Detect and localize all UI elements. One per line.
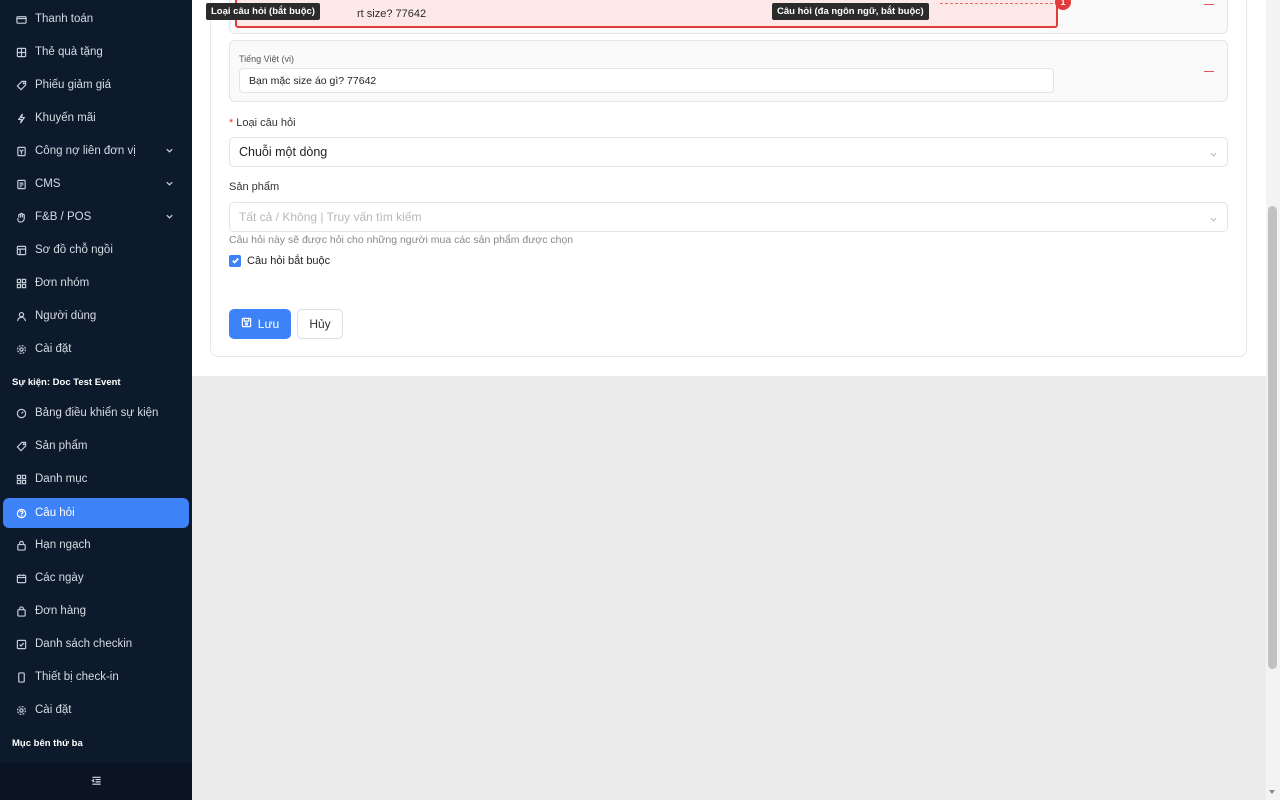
products-select[interactable]: Tất cả / Không | Truy vấn tìm kiếm [229, 202, 1228, 232]
sidebar-item-label: CMS [35, 178, 61, 190]
sidebar-item-checkin-lists[interactable]: Danh sách checkin [3, 629, 189, 659]
chevron-down-icon [165, 179, 175, 189]
phone-icon [15, 671, 27, 683]
layout-icon [15, 244, 27, 256]
save-icon [241, 317, 258, 331]
sidebar-item-label: Sơ đồ chỗ ngồi [35, 244, 113, 256]
tag-icon [15, 79, 27, 91]
language-label-vi: Tiếng Việt (vi) [239, 54, 295, 64]
sidebar-item-label: Phiếu giảm giá [35, 79, 112, 91]
error-connector-line [940, 3, 1058, 4]
question-icon [15, 507, 27, 519]
sidebar-item-label: Đơn hàng [35, 605, 87, 617]
save-button[interactable]: Lưu [229, 309, 291, 339]
tag-icon [15, 440, 27, 452]
sidebar-item-products[interactable]: Sản phẩm [3, 431, 189, 461]
event-section-title: Sự kiện: Doc Test Event [12, 377, 121, 388]
dashboard-icon [15, 407, 27, 419]
tooltip-question-type-required: Loại câu hỏi (bắt buộc) [206, 3, 320, 20]
sidebar-item-dates[interactable]: Các ngày [3, 563, 189, 593]
remove-language-button-vi[interactable] [1204, 71, 1214, 72]
sidebar-item-settings[interactable]: Cài đặt [3, 334, 189, 364]
sidebar-item-label: Câu hỏi [35, 507, 75, 519]
sidebar-item-label: Cài đặt [35, 343, 72, 355]
hand-icon [15, 211, 27, 223]
sidebar-item-label: Khuyến mãi [35, 112, 96, 124]
required-asterisk: * [229, 117, 234, 129]
document-icon [15, 178, 27, 190]
required-question-checkbox[interactable] [229, 255, 241, 267]
sidebar-item-categories[interactable]: Danh mục [3, 464, 189, 494]
sidebar-item-orders[interactable]: Đơn hàng [3, 596, 189, 626]
third-party-section-title: Mục bên thứ ba [12, 738, 83, 749]
required-question-label[interactable]: Câu hỏi bắt buộc [247, 255, 330, 267]
sidebar-item-label: Đơn nhóm [35, 277, 90, 289]
sidebar-item-fnb-pos[interactable]: F&B / POS [3, 202, 189, 232]
chevron-down-icon [165, 212, 175, 222]
sidebar-item-label: Thẻ quà tặng [35, 46, 103, 58]
sidebar-item-label: Thanh toán [35, 13, 94, 25]
sidebar-item-label: Danh sách checkin [35, 638, 133, 650]
sidebar-item-label: Các ngày [35, 572, 84, 584]
sidebar-item-label: Người dùng [35, 310, 97, 322]
question-type-select[interactable]: Chuỗi một dòng [229, 137, 1228, 167]
question-text-input-en[interactable]: rt size? 77642 [235, 0, 1058, 28]
sidebar-item-vouchers[interactable]: Phiếu giảm giá [3, 70, 189, 100]
checklist-icon [15, 638, 27, 650]
chevron-down-icon [165, 146, 175, 156]
sidebar-item-label: Cài đặt [35, 704, 72, 716]
sidebar-item-label: Hạn ngạch [35, 539, 91, 551]
grid-icon [15, 277, 27, 289]
bag-icon [15, 605, 27, 617]
sidebar-item-label: Thiết bị check-in [35, 671, 119, 683]
sidebar-item-inter-unit-debt[interactable]: Công nợ liên đơn vị [3, 136, 189, 166]
menu-fold-icon [90, 775, 102, 789]
question-type-label: * Loại câu hỏi [229, 117, 296, 129]
tooltip-question-required: Câu hỏi (đa ngôn ngữ, bắt buộc) [772, 3, 929, 20]
sidebar-item-seating-plan[interactable]: Sơ đồ chỗ ngồi [3, 235, 189, 265]
sidebar-item-checkin-devices[interactable]: Thiết bị check-in [3, 662, 189, 692]
sidebar-item-label: Công nợ liên đơn vị [35, 145, 136, 157]
gear-icon [15, 704, 27, 716]
calendar-icon [15, 572, 27, 584]
question-text-input-vi[interactable]: Bạn mặc size áo gì? 77642 [239, 68, 1054, 93]
sidebar-item-event-dashboard[interactable]: Bảng điều khiển sự kiện [3, 398, 189, 428]
sidebar-item-gift-cards[interactable]: Thẻ quà tặng [3, 37, 189, 67]
grid-icon [15, 473, 27, 485]
sidebar-item-quotas[interactable]: Hạn ngạch [3, 530, 189, 560]
sidebar-item-label: Danh mục [35, 473, 88, 485]
sidebar-item-event-settings[interactable]: Cài đặt [3, 695, 189, 725]
cancel-button[interactable]: Hủy [297, 309, 343, 339]
sidebar-item-users[interactable]: Người dùng [3, 301, 189, 331]
scrollbar-thumb[interactable] [1268, 206, 1277, 669]
sidebar-item-payment[interactable]: Thanh toán [3, 4, 189, 34]
sidebar-collapse-button[interactable] [0, 763, 192, 800]
ledger-icon [15, 145, 27, 157]
gear-icon [15, 343, 27, 355]
remove-language-button-en[interactable] [1204, 4, 1214, 5]
checkmark-icon [231, 254, 240, 268]
products-help-text: Câu hỏi này sẽ được hỏi cho những người … [229, 234, 574, 246]
sidebar-item-cms[interactable]: CMS [3, 169, 189, 199]
wallet-icon [15, 13, 27, 25]
sidebar-item-promotions[interactable]: Khuyến mãi [3, 103, 189, 133]
chevron-down-icon [1209, 213, 1219, 223]
sidebar: Thanh toán Thẻ quà tặng Phiếu giảm giá K… [0, 0, 192, 800]
chevron-down-icon [1209, 148, 1219, 158]
sidebar-item-label: Sản phẩm [35, 440, 88, 452]
sidebar-item-group-orders[interactable]: Đơn nhóm [3, 268, 189, 298]
scroll-down-arrow-icon[interactable] [1269, 790, 1275, 794]
user-icon [15, 310, 27, 322]
sidebar-item-label: F&B / POS [35, 211, 92, 223]
lock-icon [15, 539, 27, 551]
products-label: Sản phẩm [229, 181, 280, 193]
sidebar-item-label: Bảng điều khiển sự kiện [35, 407, 159, 419]
sidebar-item-questions[interactable]: Câu hỏi [3, 498, 189, 528]
gift-card-icon [15, 46, 27, 58]
lightning-icon [15, 112, 27, 124]
